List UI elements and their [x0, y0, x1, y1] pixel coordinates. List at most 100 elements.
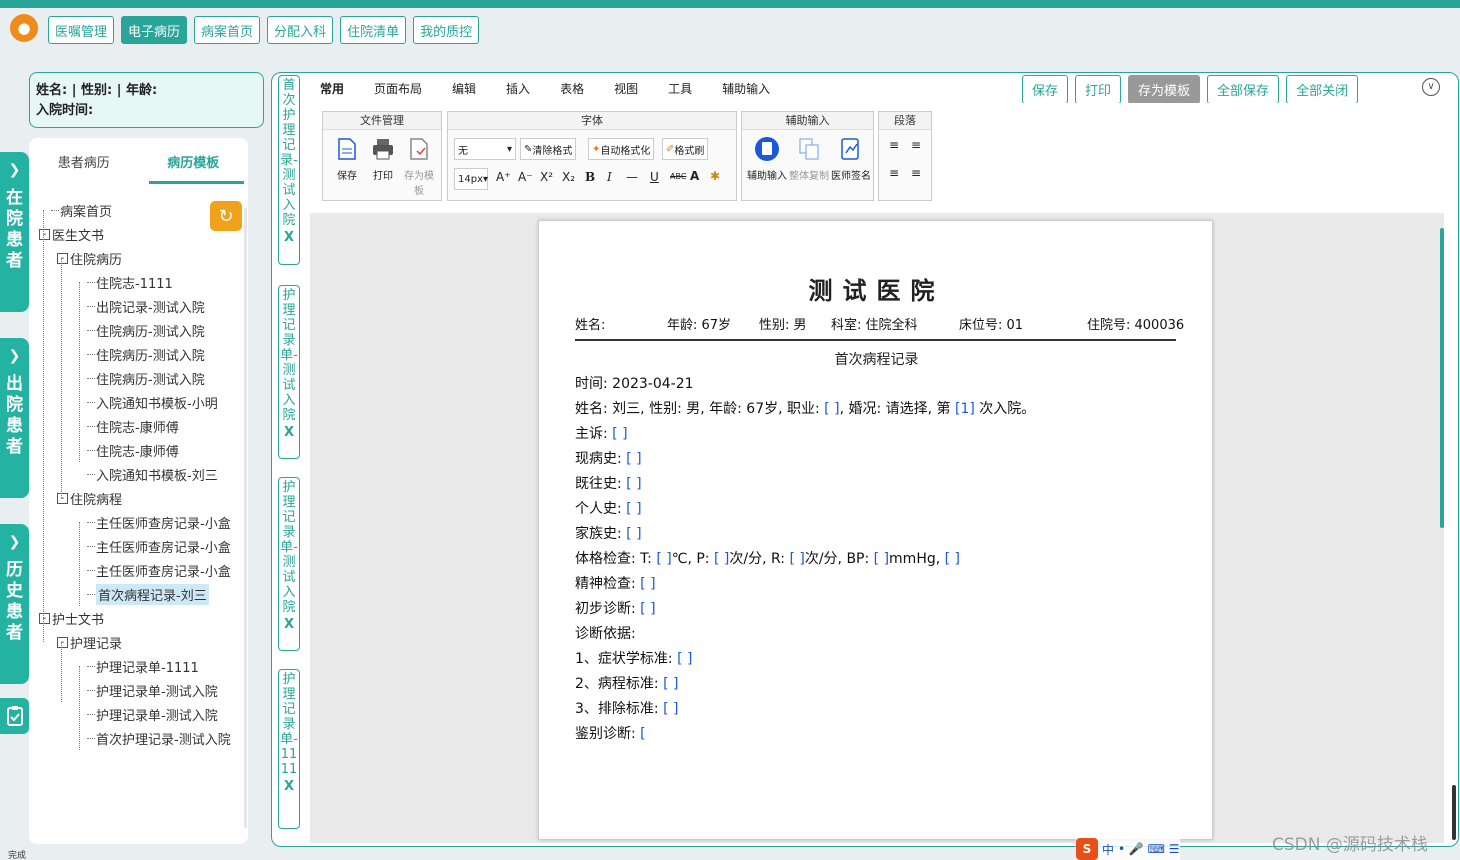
align-right-icon[interactable]: ≡ — [889, 166, 899, 180]
save-button[interactable]: 保存 — [1022, 75, 1069, 104]
ime-toolbar[interactable]: S 中 • 🎤 ⌨ ☰ — [1076, 838, 1180, 860]
input-field[interactable]: [ ] — [710, 551, 729, 567]
tree-node[interactable]: 主任医师查房记录-小盒 — [87, 558, 231, 582]
font-family-select[interactable]: 无 ▾ — [454, 138, 516, 160]
tree-node[interactable]: - 住院病历 — [57, 246, 122, 270]
nav-inpatient-list[interactable]: 住院清单 — [340, 16, 407, 44]
ribbon-save-template-button[interactable]: 存为模板 — [401, 134, 437, 197]
doc-tab-nursing-record-1111[interactable]: 护理记录单-1111 X — [278, 669, 300, 829]
input-field[interactable]: [ ] — [673, 651, 692, 667]
tree-node[interactable]: 住院志-康师傅 — [87, 438, 179, 462]
tree-node[interactable]: 护理记录单-测试入院 — [87, 702, 218, 726]
subscript-icon[interactable]: X₂ — [562, 170, 575, 184]
assist-input-button[interactable]: 辅助输入 — [746, 134, 788, 182]
font-size-select[interactable]: 14px ▾ — [454, 168, 488, 190]
underline-icon[interactable]: U — [650, 170, 659, 184]
strikethrough-icon[interactable]: ABC — [670, 172, 686, 181]
ribbon-tab-page-layout[interactable]: 页面布局 — [374, 80, 422, 97]
ribbon-tab-insert[interactable]: 插入 — [506, 80, 530, 97]
tree-node[interactable]: 住院病历-测试入院 — [87, 318, 205, 342]
sidebar-tab-inpatients[interactable]: ❯ 在院患者 — [0, 152, 29, 312]
input-field[interactable]: [ ] — [622, 451, 641, 467]
input-field[interactable]: [ ] — [659, 701, 678, 717]
input-field[interactable]: [ ] — [636, 601, 655, 617]
tree-node[interactable]: 护理记录单-测试入院 — [87, 678, 218, 702]
tree-node[interactable]: 病案首页 — [51, 198, 112, 222]
input-field[interactable]: [ ] — [622, 476, 641, 492]
close-all-button[interactable]: 全部关闭 — [1286, 75, 1359, 104]
tab-patient-records[interactable]: 患者病历 — [29, 138, 139, 186]
tree-scrollbar[interactable] — [244, 208, 247, 828]
refresh-button[interactable]: ↻ — [210, 201, 242, 231]
sidebar-tab-history[interactable]: ❯ 历史患者 — [0, 524, 29, 684]
ribbon-print-button[interactable]: 打印 — [365, 134, 401, 182]
shrink-font-icon[interactable]: A⁻ — [518, 170, 533, 184]
doctor-sign-button[interactable]: 医师签名 — [830, 134, 872, 182]
tree-node[interactable]: 出院记录-测试入院 — [87, 294, 205, 318]
nav-electronic-record[interactable]: 电子病历 — [121, 16, 188, 44]
tree-node[interactable]: 主任医师查房记录-小盒 — [87, 534, 231, 558]
doc-tab-nursing-record-1[interactable]: 护理记录单-测试入院 X — [278, 285, 300, 459]
collapse-toggle-icon[interactable]: - — [57, 636, 68, 648]
tree-node[interactable]: - 医生文书 — [39, 222, 104, 246]
input-field[interactable]: [ — [636, 726, 645, 742]
tree-node[interactable]: 入院通知书模板-小明 — [87, 390, 218, 414]
copy-all-button[interactable]: 整体复制 — [788, 134, 830, 182]
tree-node[interactable]: 首次病程记录-刘三 — [87, 582, 209, 606]
doc-tab-nursing-record-2[interactable]: 护理记录单-测试入院 X — [278, 477, 300, 651]
input-field[interactable]: [ ] — [622, 526, 641, 542]
collapse-toggle-icon[interactable]: - — [57, 492, 68, 504]
ribbon-tab-edit[interactable]: 编辑 — [452, 80, 476, 97]
clear-format-button[interactable]: ✎ 清除格式 — [520, 138, 577, 160]
ribbon-tab-tools[interactable]: 工具 — [668, 80, 692, 97]
sidebar-clipboard-button[interactable] — [0, 698, 29, 734]
collapse-ribbon-button[interactable]: ∨ — [1422, 78, 1440, 96]
close-icon[interactable]: X — [279, 779, 299, 794]
format-painter-button[interactable]: ✐ 格式刷 — [662, 138, 709, 160]
tree-node[interactable]: - 护士文书 — [39, 606, 104, 630]
ribbon-tab-assist[interactable]: 辅助输入 — [722, 80, 770, 97]
tab-record-templates[interactable]: 病历模板 — [139, 138, 249, 186]
nav-my-quality[interactable]: 我的质控 — [413, 16, 480, 44]
tree-node[interactable]: - 住院病程 — [57, 486, 122, 510]
ribbon-save-button[interactable]: 保存 — [329, 134, 365, 182]
input-field[interactable]: [ ] — [622, 501, 641, 517]
input-field[interactable]: [ ] — [785, 551, 804, 567]
nav-order-management[interactable]: 医嘱管理 — [48, 16, 115, 44]
close-icon[interactable]: X — [279, 617, 299, 632]
collapse-toggle-icon[interactable]: - — [39, 612, 50, 624]
collapse-toggle-icon[interactable]: - — [57, 252, 68, 264]
doc-tab-first-nursing[interactable]: 首次护理记录-测试入院 X — [278, 75, 300, 265]
ribbon-tab-view[interactable]: 视图 — [614, 80, 638, 97]
italic-icon[interactable]: I — [607, 170, 612, 184]
align-center-icon[interactable]: ≡ — [911, 138, 921, 152]
print-button[interactable]: 打印 — [1075, 75, 1122, 104]
input-field[interactable]: [ ] — [659, 676, 678, 692]
nav-case-homepage[interactable]: 病案首页 — [194, 16, 261, 44]
input-field[interactable]: [ ] — [869, 551, 889, 567]
input-field[interactable]: [ ] — [608, 426, 627, 442]
document-page[interactable]: 测试医院 姓名: 年龄: 67岁 性别: 男 科室: 住院全科 床位号: 01 … — [538, 220, 1213, 840]
input-field[interactable]: [1] — [951, 401, 975, 417]
auto-format-button[interactable]: ✦ 自动格式化 — [588, 138, 655, 160]
ribbon-tab-common[interactable]: 常用 — [320, 80, 344, 97]
nav-assign-department[interactable]: 分配入科 — [267, 16, 334, 44]
input-field[interactable]: [ ] — [940, 551, 960, 567]
strikethrough-line-icon[interactable]: — — [626, 170, 638, 184]
tree-node[interactable]: 护理记录单-1111 — [87, 654, 199, 678]
tree-node[interactable]: 住院志-康师傅 — [87, 414, 179, 438]
input-field[interactable]: [ ] — [652, 551, 671, 567]
save-all-button[interactable]: 全部保存 — [1207, 75, 1280, 104]
page-scrollbar[interactable] — [1452, 785, 1456, 840]
align-justify-icon[interactable]: ≡ — [911, 166, 921, 180]
document-scrollbar[interactable] — [1440, 228, 1444, 528]
font-color-icon[interactable]: A — [690, 169, 699, 183]
superscript-icon[interactable]: X² — [540, 170, 553, 184]
highlight-icon[interactable]: ✱ — [710, 169, 720, 183]
tree-node[interactable]: 入院通知书模板-刘三 — [87, 462, 218, 486]
tree-node[interactable]: 住院病历-测试入院 — [87, 342, 205, 366]
tree-node[interactable]: 主任医师查房记录-小盒 — [87, 510, 231, 534]
save-as-template-button[interactable]: 存为模板 — [1128, 75, 1201, 104]
input-field[interactable]: [ ] — [636, 576, 655, 592]
grow-font-icon[interactable]: A⁺ — [496, 170, 511, 184]
